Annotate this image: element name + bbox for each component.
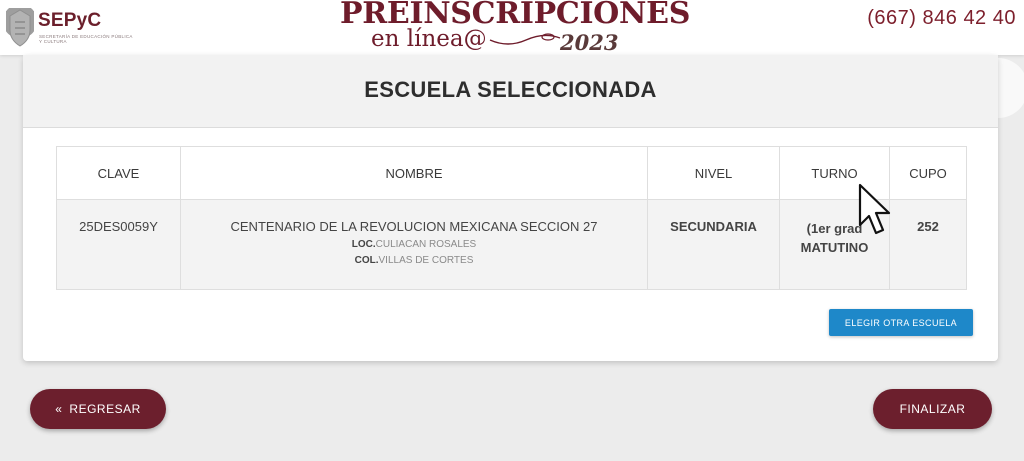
logo-subtitle: Secretaría de Educación Pública y Cultur…	[39, 34, 133, 44]
sepyc-logo[interactable]: SEPyC Secretaría de Educación Pública y …	[6, 4, 136, 50]
brand-subtitle: en línea@	[371, 26, 487, 52]
double-chevron-left-icon: «	[55, 402, 63, 416]
column-header-nivel: NIVEL	[647, 146, 780, 200]
column-header-nombre: NOMBRE	[180, 146, 648, 200]
selected-school-card: ESCUELA SELECCIONADA CLAVE NOMBRE NIVEL …	[23, 55, 998, 361]
school-table: CLAVE NOMBRE NIVEL TURNO CUPO 25DES0059Y…	[56, 146, 967, 290]
mouse-cursor-icon	[858, 183, 891, 235]
table-row: 25DES0059Y CENTENARIO DE LA REVOLUCION M…	[56, 199, 967, 290]
turno-grade: (1er grad	[806, 221, 863, 236]
card-title: ESCUELA SELECCIONADA	[364, 77, 657, 102]
cell-nombre: CENTENARIO DE LA REVOLUCION MEXICANA SEC…	[180, 199, 648, 290]
preinscripciones-brand: PREINSCRIPCIONES en línea@ 2023	[338, 0, 690, 55]
card-header: ESCUELA SELECCIONADA	[23, 55, 998, 128]
state-emblem-icon	[6, 8, 34, 47]
locality-label: LOC.	[351, 239, 376, 250]
colony-value: VILLAS DE CORTES	[378, 255, 474, 266]
column-header-cupo: CUPO	[889, 146, 967, 200]
cell-nivel: SECUNDARIA	[647, 199, 780, 290]
finish-button[interactable]: FINALIZAR	[873, 389, 992, 429]
logo-name: SEPyC	[38, 10, 102, 31]
back-button[interactable]: « REGRESAR	[30, 389, 166, 429]
cell-cupo: 252	[889, 199, 967, 290]
locality-value: CULIACAN ROSALES	[375, 239, 477, 250]
colony-label: COL.	[354, 255, 379, 266]
school-name: CENTENARIO DE LA REVOLUCION MEXICANA SEC…	[230, 219, 598, 234]
table-header-row: CLAVE NOMBRE NIVEL TURNO CUPO	[56, 146, 967, 200]
cell-clave: 25DES0059Y	[56, 199, 181, 290]
phone-number[interactable]: (667) 846 42 40	[867, 7, 1016, 30]
turno-value: MATUTINO	[800, 240, 869, 255]
column-header-clave: CLAVE	[56, 146, 181, 200]
school-colony: COL.VILLAS DE CORTES	[182, 255, 646, 266]
choose-other-school-button[interactable]: ELEGIR OTRA ESCUELA	[829, 309, 973, 336]
brand-year: 2023	[560, 30, 619, 55]
school-locality: LOC.CULIACAN ROSALES	[182, 239, 646, 250]
top-header: SEPyC Secretaría de Educación Pública y …	[0, 0, 1024, 55]
brand-swirl-decoration	[489, 33, 561, 45]
back-button-label: REGRESAR	[69, 402, 141, 416]
